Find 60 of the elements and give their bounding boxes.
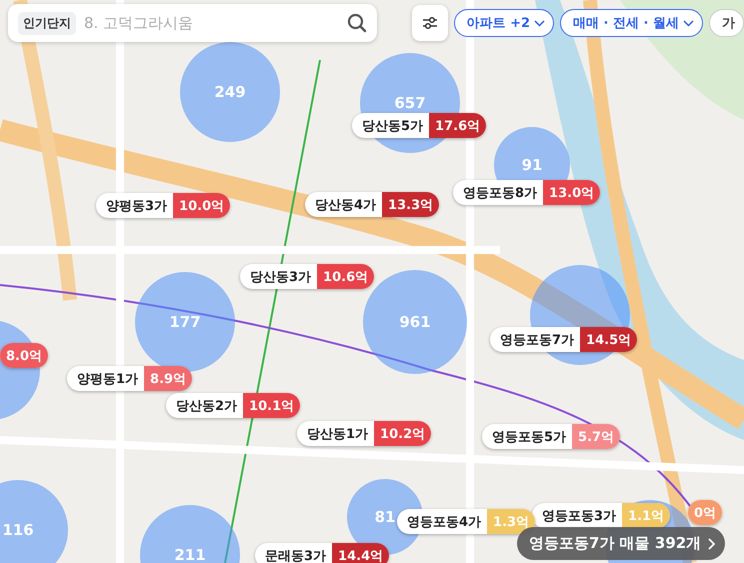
area-name: 당산동2가 xyxy=(175,398,238,416)
area-name: 영등포동7가 xyxy=(499,332,576,350)
price-marker[interactable]: 문래동3가 14.4억 xyxy=(255,543,390,563)
area-name: 영등포동3가 xyxy=(541,508,618,526)
area-name: 당산동3가 xyxy=(249,268,312,286)
price-marker[interactable]: 당산동2가 10.1억 xyxy=(166,393,300,418)
sliders-icon xyxy=(422,16,438,30)
area-name: 영등포동5가 xyxy=(491,428,568,446)
price-tag: 1.1억 xyxy=(622,503,670,528)
area-name: 영등포동8가 xyxy=(462,184,538,202)
listing-count: 657 xyxy=(394,94,426,112)
listing-count: 91 xyxy=(522,156,542,174)
price-tag: 17.6억 xyxy=(429,113,486,138)
price-marker[interactable]: 영등포동5가 5.7억 xyxy=(482,424,620,449)
filter-button[interactable] xyxy=(412,5,448,41)
price-tag: 8.9억 xyxy=(144,366,192,391)
listing-count: 81 xyxy=(374,508,396,526)
price-tag: 14.4억 xyxy=(332,543,390,563)
price-marker[interactable]: 당산동3가 10.6억 xyxy=(240,264,374,289)
area-name: 당산동4가 xyxy=(314,196,378,214)
popular-complex-chip[interactable]: 인기단지 xyxy=(18,12,76,34)
area-name: 양평동3가 xyxy=(105,198,168,216)
price-tag: 10.0억 xyxy=(173,193,230,218)
price-marker[interactable]: 양평동1가 8.9억 xyxy=(67,366,192,391)
filter-chip[interactable]: 아파트 +2 xyxy=(454,9,554,37)
price-marker[interactable]: 당산동5가 17.6억 xyxy=(352,113,486,138)
price-tag: 10.2억 xyxy=(374,421,432,446)
price-marker[interactable]: 당산동1가 10.2억 xyxy=(297,421,432,446)
price-marker: 0억 xyxy=(688,500,722,525)
filter-chip[interactable]: 매매 · 전세 · 월세 xyxy=(560,9,703,37)
area-name: 영등포동4가 xyxy=(406,514,482,532)
search-field[interactable]: 인기단지 8. 고덕그라시움 xyxy=(8,4,377,42)
search-icon[interactable] xyxy=(346,13,367,33)
area-name: 당산동1가 xyxy=(306,426,370,444)
price-tag: 5.7억 xyxy=(572,424,620,449)
search-input[interactable]: 8. 고덕그라시움 xyxy=(82,13,341,33)
price-marker[interactable]: 영등포동3가 1.1억 xyxy=(532,503,670,528)
price-tag: 13.0억 xyxy=(543,180,600,205)
price-tag: 14.5억 xyxy=(580,327,638,352)
chevron-right-icon xyxy=(707,538,716,550)
price-marker[interactable]: 영등포동4가 1.3억 xyxy=(397,509,536,534)
price-marker: 8.0억 xyxy=(0,343,48,368)
price-marker[interactable]: 양평동3가 10.0억 xyxy=(96,193,230,218)
price-tag: 10.6억 xyxy=(317,264,374,289)
listing-count: 961 xyxy=(399,313,431,331)
listing-summary-button[interactable]: 영등포동7가 매물 392개 xyxy=(517,527,726,560)
listing-count: 249 xyxy=(214,83,246,101)
price-tag: 10.1억 xyxy=(243,393,300,418)
area-name: 당산동5가 xyxy=(361,118,424,136)
price-marker[interactable]: 영등포동7가 14.5억 xyxy=(490,327,638,352)
price-marker[interactable]: 당산동4가 13.3억 xyxy=(305,192,440,217)
listing-count: 211 xyxy=(174,546,206,563)
chevron-down-icon xyxy=(534,20,546,26)
listing-count: 177 xyxy=(169,313,201,331)
price-tag: 13.3억 xyxy=(382,192,440,217)
area-name: 양평동1가 xyxy=(76,370,140,388)
price-marker[interactable]: 영등포동8가 13.0억 xyxy=(453,180,600,205)
area-name: 문래동3가 xyxy=(264,548,328,563)
chevron-down-icon xyxy=(683,20,694,26)
listing-count: 116 xyxy=(2,521,34,539)
